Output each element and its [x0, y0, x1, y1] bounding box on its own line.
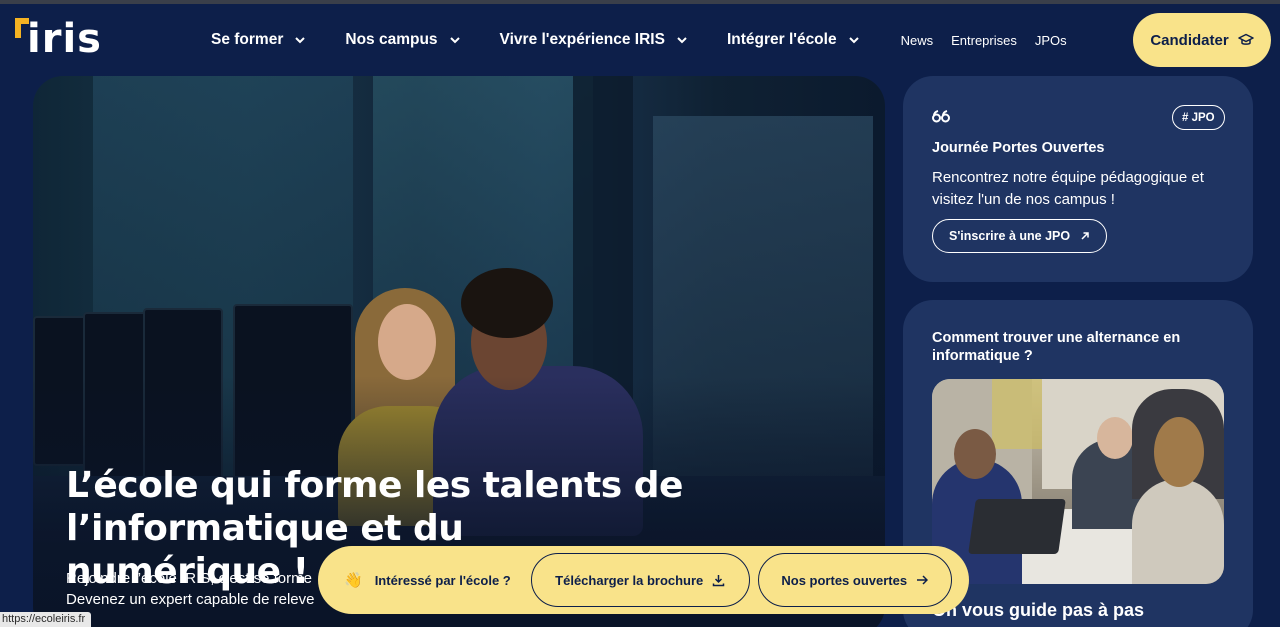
nav-item-nos-campus[interactable]: Nos campus: [345, 31, 461, 49]
candidater-label: Candidater: [1150, 31, 1229, 49]
image-laptop: [968, 499, 1066, 554]
download-icon: [713, 574, 725, 586]
main-nav: Se former Nos campus Vivre l'expérience …: [211, 29, 1085, 51]
nav-item-label: Se former: [211, 31, 284, 48]
nav-item-label: Intégrer l'école: [726, 31, 837, 48]
article-footer: On vous guide pas à pas: [932, 600, 1145, 620]
nav-link-news[interactable]: News: [901, 33, 934, 48]
scroll-indicator[interactable]: [629, 620, 667, 627]
nav-item-label: Nos campus: [345, 31, 438, 48]
waving-hand-icon: 👋: [344, 572, 363, 589]
article-image[interactable]: [932, 379, 1224, 584]
nav-link-entreprises[interactable]: Entreprises: [951, 33, 1017, 48]
chevron-down-icon: [295, 37, 306, 44]
download-brochure-label: Télécharger la brochure: [555, 572, 704, 588]
image-person-face: [954, 429, 996, 479]
arrow-up-right-icon: [1081, 232, 1089, 240]
jpo-register-label: S'inscrire à une JPO: [949, 229, 1071, 243]
sticky-label: Intéressé par l'école ?: [374, 572, 511, 588]
open-days-button[interactable]: Nos portes ouvertes: [757, 553, 952, 607]
download-brochure-button[interactable]: Télécharger la brochure: [530, 553, 750, 607]
hero-person-hair: [461, 268, 553, 338]
quote-icon: [932, 110, 950, 123]
nav-item-integrer[interactable]: Intégrer l'école: [727, 31, 861, 49]
image-sign: [992, 379, 1042, 449]
nav-item-label: Vivre l'expérience IRIS: [499, 31, 665, 48]
hero-banner: L’école qui forme les talents de l’infor…: [33, 76, 885, 627]
jpo-title: Journée Portes Ouvertes: [932, 140, 1105, 156]
chevron-down-icon: [677, 37, 687, 44]
jpo-register-button[interactable]: S'inscrire à une JPO: [932, 219, 1108, 253]
arrow-right-icon: [917, 575, 929, 585]
image-person-face: [1097, 417, 1133, 459]
chevron-down-icon: [449, 37, 460, 44]
candidater-button[interactable]: Candidater: [1133, 13, 1271, 67]
image-person: [1132, 479, 1224, 584]
open-days-label: Nos portes ouvertes: [781, 572, 908, 588]
nav-item-experience[interactable]: Vivre l'expérience IRIS: [500, 31, 689, 49]
graduation-cap-icon: [1237, 33, 1254, 45]
status-bar-url: https://ecoleiris.fr: [0, 612, 92, 627]
logo[interactable]: iris: [15, 18, 101, 59]
nav-link-jpos[interactable]: JPOs: [1035, 33, 1067, 48]
jpo-card: # JPO Journée Portes Ouvertes Rencontrez…: [903, 76, 1253, 282]
jpo-text: Rencontrez notre équipe pédagogique et v…: [932, 169, 1204, 208]
chevron-down-icon: [848, 37, 859, 44]
jpo-tag[interactable]: # JPO: [1172, 105, 1225, 130]
hero-person-face: [378, 304, 436, 380]
browser-top-line: [0, 0, 1280, 4]
article-title[interactable]: Comment trouver une alternance en inform…: [932, 329, 1222, 365]
sticky-cta-bar: 👋 Intéressé par l'école ? Télécharger la…: [318, 546, 969, 614]
logo-text: iris: [27, 16, 102, 62]
image-person-hair: [1154, 417, 1204, 487]
nav-item-se-former[interactable]: Se former: [211, 31, 307, 49]
